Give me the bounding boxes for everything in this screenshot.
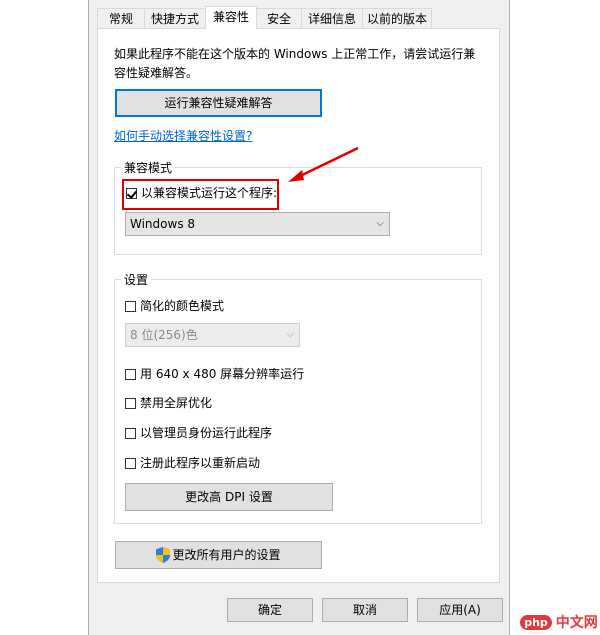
tab-compatibility[interactable]: 兼容性	[205, 6, 257, 29]
change-dpi-button[interactable]: 更改高 DPI 设置	[125, 483, 333, 511]
watermark-badge: php	[520, 614, 552, 630]
register-restart-row[interactable]: 注册此程序以重新启动	[125, 455, 260, 471]
change-all-users-button[interactable]: 更改所有用户的设置	[115, 541, 322, 569]
change-all-users-label: 更改所有用户的设置	[172, 548, 281, 562]
res-640-label: 用 640 x 480 屏幕分辨率运行	[140, 367, 305, 381]
register-restart-checkbox[interactable]	[125, 457, 136, 469]
chevron-down-icon: ⌵	[376, 218, 384, 229]
reduced-color-checkbox[interactable]	[125, 300, 136, 312]
run-as-admin-label: 以管理员身份运行此程序	[140, 426, 273, 440]
color-mode-select[interactable]: 8 位(256)色 ⌵	[125, 323, 300, 347]
run-as-admin-checkbox[interactable]	[125, 427, 136, 439]
compat-mode-checkbox-row[interactable]: 以兼容模式运行这个程序:	[126, 185, 277, 201]
compat-mode-label: 以兼容模式运行这个程序:	[141, 186, 278, 200]
disable-fullscreen-label: 禁用全屏优化	[140, 396, 213, 410]
reduced-color-row[interactable]: 简化的颜色模式	[125, 298, 224, 314]
compat-mode-checkbox[interactable]	[126, 187, 137, 199]
run-as-admin-row[interactable]: 以管理员身份运行此程序	[125, 425, 272, 441]
tab-shortcut[interactable]: 快捷方式	[144, 8, 206, 28]
tab-details[interactable]: 详细信息	[301, 8, 363, 28]
annotation-arrow-icon	[288, 146, 359, 182]
ok-button[interactable]: 确定	[227, 598, 313, 622]
res-640-checkbox[interactable]	[125, 368, 136, 380]
disable-fullscreen-checkbox[interactable]	[125, 397, 136, 409]
reduced-color-label: 简化的颜色模式	[140, 299, 225, 313]
uac-shield-icon	[156, 547, 171, 563]
properties-dialog: 常规 快捷方式 兼容性 安全 详细信息 以前的版本 如果此程序不能在这个版本的 …	[88, 0, 510, 635]
site-watermark: php 中文网	[518, 609, 600, 635]
description-text: 如果此程序不能在这个版本的 Windows 上正常工作，请尝试运行兼容性疑难解答…	[114, 47, 476, 80]
settings-title: 设置	[121, 271, 152, 288]
tab-security[interactable]: 安全	[256, 8, 302, 28]
res-640-row[interactable]: 用 640 x 480 屏幕分辨率运行	[125, 366, 304, 382]
os-version-select[interactable]: Windows 8 ⌵	[125, 212, 390, 236]
compat-mode-title: 兼容模式	[121, 159, 176, 176]
cancel-button[interactable]: 取消	[322, 598, 408, 622]
tab-general[interactable]: 常规	[97, 8, 145, 28]
chevron-down-icon: ⌵	[286, 329, 294, 340]
register-restart-label: 注册此程序以重新启动	[140, 456, 261, 470]
color-mode-value: 8 位(256)色	[130, 328, 198, 342]
compatibility-panel: 如果此程序不能在这个版本的 Windows 上正常工作，请尝试运行兼容性疑难解答…	[97, 28, 500, 583]
apply-button[interactable]: 应用(A)	[417, 598, 503, 622]
disable-fullscreen-row[interactable]: 禁用全屏优化	[125, 395, 212, 411]
run-troubleshooter-button[interactable]: 运行兼容性疑难解答	[115, 89, 322, 117]
settings-group: 设置 简化的颜色模式 8 位(256)色 ⌵ 用 640 x 480 屏幕分辨率…	[114, 271, 482, 524]
tab-previous-versions[interactable]: 以前的版本	[362, 8, 432, 28]
manual-settings-link[interactable]: 如何手动选择兼容性设置?	[114, 127, 252, 144]
watermark-text: 中文网	[555, 615, 598, 631]
os-version-value: Windows 8	[130, 217, 196, 231]
